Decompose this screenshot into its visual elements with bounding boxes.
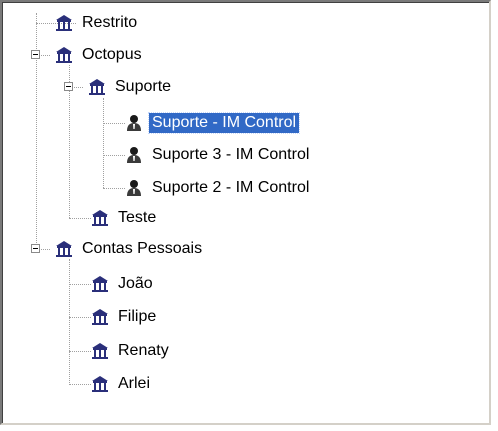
house-icon [92, 276, 108, 292]
user-icon [127, 115, 141, 131]
tree-node-suporte-3-im-control[interactable]: Suporte 3 - IM Control [125, 144, 312, 166]
node-label: Contas Pessoais [82, 240, 203, 257]
tree-node-contas-pessoais[interactable]: Contas Pessoais [55, 238, 205, 260]
tree-line [69, 284, 91, 285]
tree-node-renaty[interactable]: Renaty [91, 340, 172, 362]
tree-view[interactable]: Restrito Octopus Suporte Suporte - IM Co… [0, 0, 491, 425]
house-icon [92, 343, 108, 359]
node-label: Suporte 2 - IM Control [152, 179, 310, 196]
tree-node-teste[interactable]: Teste [91, 207, 159, 229]
house-icon [56, 47, 72, 63]
collapse-suporte-toggle[interactable] [64, 82, 73, 91]
house-icon [92, 376, 108, 392]
node-label: Arlei [118, 375, 151, 392]
tree-node-octopus[interactable]: Octopus [55, 44, 145, 66]
node-label: Suporte 3 - IM Control [152, 146, 310, 163]
node-label: Teste [118, 209, 157, 226]
house-icon [56, 241, 72, 257]
tree-line [69, 317, 91, 318]
tree-line [69, 218, 91, 219]
house-icon [92, 210, 108, 226]
tree-line [103, 155, 125, 156]
tree-node-suporte[interactable]: Suporte [88, 76, 174, 98]
node-label: Filipe [118, 308, 157, 325]
node-label: Suporte [115, 78, 172, 95]
house-icon [56, 15, 72, 31]
tree-node-arlei[interactable]: Arlei [91, 373, 153, 395]
node-label: Octopus [82, 46, 142, 63]
tree-node-joao[interactable]: João [91, 273, 156, 295]
node-label: Suporte - IM Control [147, 112, 301, 134]
tree-line [69, 351, 91, 352]
house-icon [89, 79, 105, 95]
node-label: Renaty [118, 342, 169, 359]
user-icon [127, 147, 141, 163]
tree-line [103, 123, 125, 124]
collapse-contas-pessoais-toggle[interactable] [31, 244, 40, 253]
user-icon [127, 180, 141, 196]
tree-node-suporte-im-control[interactable]: Suporte - IM Control [125, 112, 301, 134]
house-icon [92, 309, 108, 325]
tree-node-suporte-2-im-control[interactable]: Suporte 2 - IM Control [125, 177, 312, 199]
node-label: João [118, 275, 153, 292]
tree-line [103, 98, 104, 188]
tree-view-inner: Restrito Octopus Suporte Suporte - IM Co… [2, 2, 489, 423]
tree-line [103, 188, 125, 189]
tree-node-restrito[interactable]: Restrito [55, 12, 140, 34]
collapse-octopus-toggle[interactable] [31, 50, 40, 59]
node-label: Restrito [82, 14, 138, 31]
tree-line [36, 13, 37, 245]
tree-line [69, 384, 91, 385]
tree-node-filipe[interactable]: Filipe [91, 306, 159, 328]
tree-line [69, 259, 70, 385]
